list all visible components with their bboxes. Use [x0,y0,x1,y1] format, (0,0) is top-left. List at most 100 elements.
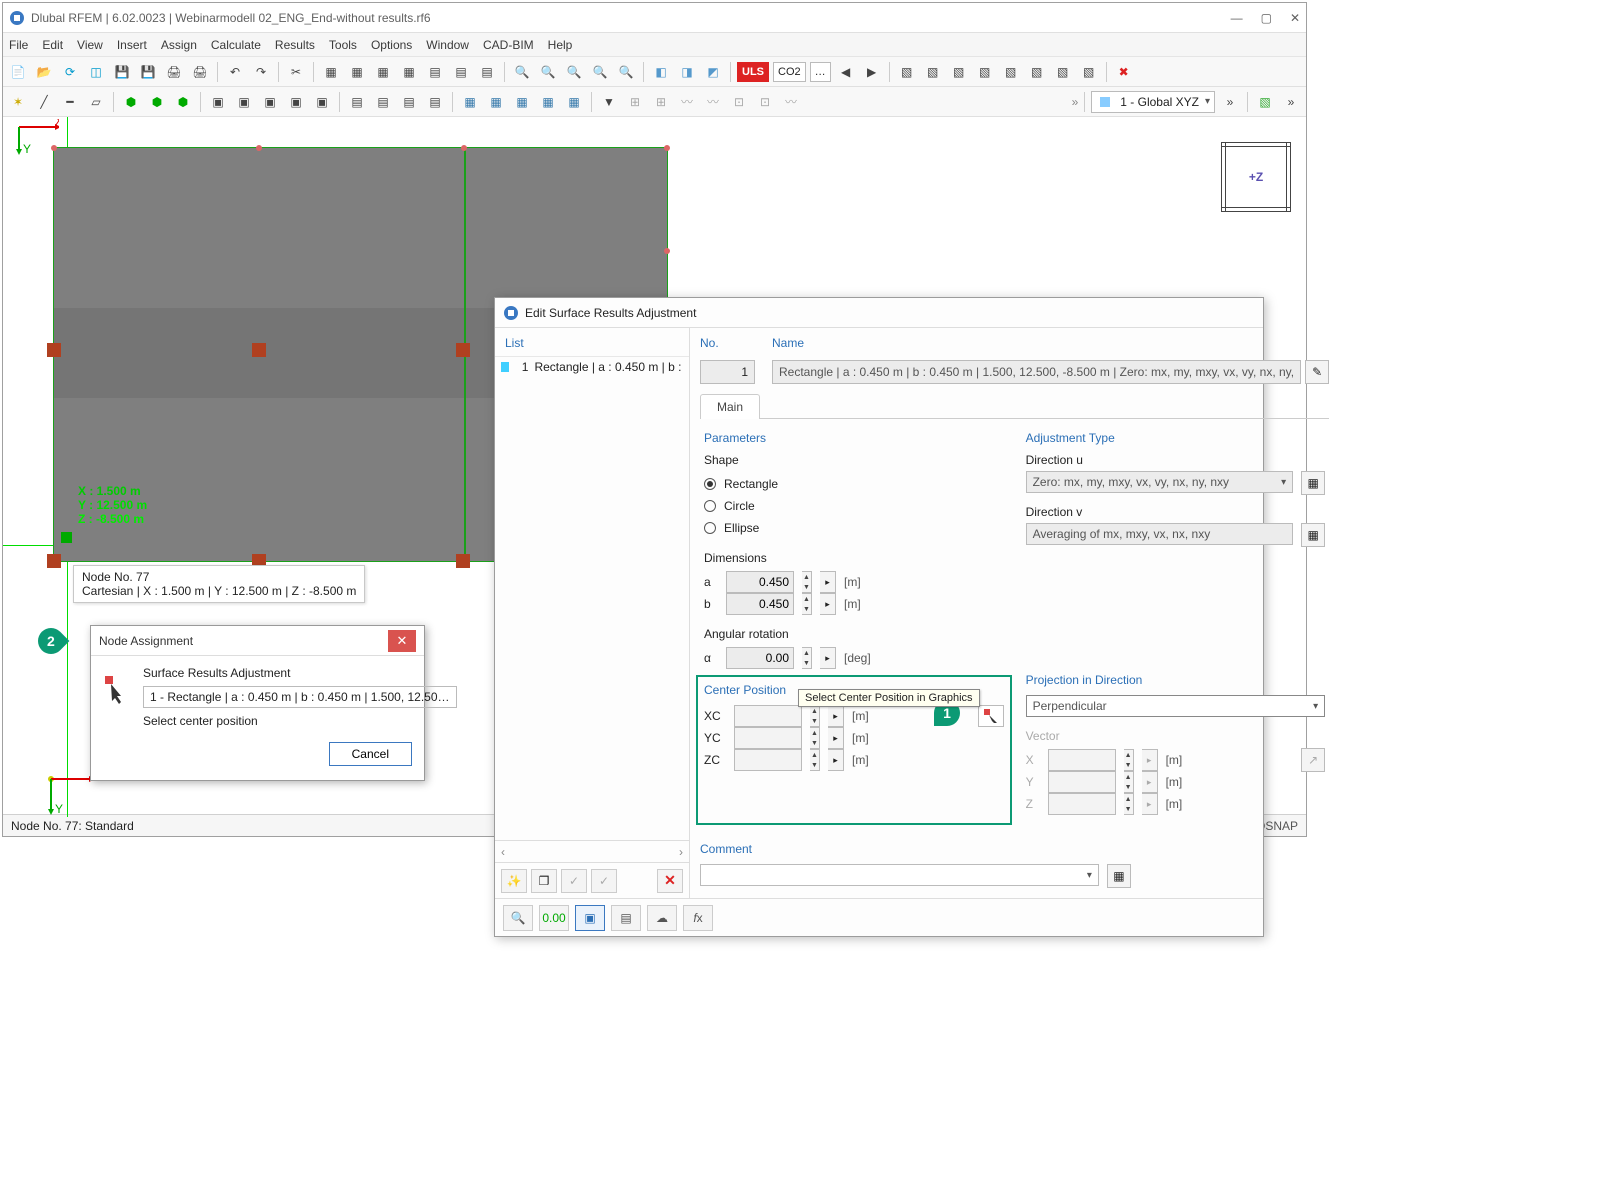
res1-icon[interactable]: ▧ [896,61,918,83]
list-check-button[interactable]: ✓ [561,869,587,893]
bb-units-icon[interactable]: 0.00 [539,905,569,931]
alpha-picker[interactable]: ▸ [820,647,836,669]
menu-assign[interactable]: Assign [161,38,197,52]
menu-view[interactable]: View [77,38,103,52]
t214-icon[interactable]: ▦ [485,91,507,113]
bb-view2-icon[interactable]: ▤ [611,905,641,931]
t216-icon[interactable]: ▦ [537,91,559,113]
co2-chip[interactable]: CO2 [773,62,806,82]
menu-tools[interactable]: Tools [329,38,357,52]
b-input[interactable] [726,593,794,615]
zoomfit-icon[interactable]: 🔍 [537,61,559,83]
toolbar-overflow[interactable]: » [1072,95,1079,109]
name-edit-button[interactable]: ✎ [1305,360,1329,384]
menu-window[interactable]: Window [426,38,469,52]
t224-icon[interactable]: 〰 [780,91,802,113]
orbit-icon[interactable]: 🔍 [615,61,637,83]
radio-ellipse[interactable] [704,522,716,534]
t211-icon[interactable]: ▤ [398,91,420,113]
t27-icon[interactable]: ▣ [285,91,307,113]
node-dot[interactable] [461,145,467,151]
cut-icon[interactable]: ✂ [285,61,307,83]
node-dot[interactable] [664,248,670,254]
tab-main[interactable]: Main [700,394,760,419]
res8-icon[interactable]: ▧ [1078,61,1100,83]
t29-icon[interactable]: ▤ [346,91,368,113]
bb-link-icon[interactable]: fx [683,905,713,931]
t24-icon[interactable]: ▣ [207,91,229,113]
yc-picker[interactable]: ▸ [828,727,844,749]
t221-icon[interactable]: 〰 [702,91,724,113]
menu-file[interactable]: File [9,38,28,52]
grid2-icon[interactable]: ▦ [346,61,368,83]
res4-icon[interactable]: ▧ [974,61,996,83]
dots-chip[interactable]: … [810,62,831,82]
zc-picker[interactable]: ▸ [828,749,844,771]
list-new-button[interactable]: ✨ [501,869,527,893]
menu-cadbim[interactable]: CAD-BIM [483,38,534,52]
a-picker[interactable]: ▸ [820,571,836,593]
res3-icon[interactable]: ▧ [948,61,970,83]
calc2-icon[interactable]: ▤ [450,61,472,83]
support-mark[interactable] [456,343,470,357]
support-mark[interactable] [252,343,266,357]
support-mark[interactable] [47,343,61,357]
pan-icon[interactable]: 🔍 [589,61,611,83]
printrep-icon[interactable]: 🖨 [189,61,211,83]
node-dot[interactable] [51,145,57,151]
grid1-icon[interactable]: ▦ [320,61,342,83]
block-icon[interactable]: ◫ [85,61,107,83]
comment-edit[interactable]: ▦ [1107,864,1131,888]
t218-icon[interactable]: ⊞ [624,91,646,113]
refresh-icon[interactable]: ⟳ [59,61,81,83]
t217-icon[interactable]: ▦ [563,91,585,113]
t25-icon[interactable]: ▣ [233,91,255,113]
grid4-icon[interactable]: ▦ [398,61,420,83]
t222-icon[interactable]: ⊡ [728,91,750,113]
close-button[interactable]: ✕ [1290,11,1300,25]
radio-circle[interactable] [704,500,716,512]
proj-select[interactable]: Perpendicular▾ [1026,695,1326,717]
bb-view1-icon[interactable]: ▣ [575,905,605,931]
grid3-icon[interactable]: ▦ [372,61,394,83]
support-mark[interactable] [47,554,61,568]
comment-select[interactable]: ▾ [700,864,1099,886]
t21-icon[interactable]: ⬢ [120,91,142,113]
t210-icon[interactable]: ▤ [372,91,394,113]
dir-u-edit[interactable]: ▦ [1301,471,1325,495]
nav-prev-icon[interactable]: ◀ [835,61,857,83]
res5-icon[interactable]: ▧ [1000,61,1022,83]
dir-u-select[interactable]: Zero: mx, my, mxy, vx, vy, nx, ny, nxy▾ [1026,471,1294,493]
line-icon[interactable]: ╱ [33,91,55,113]
uls-chip[interactable]: ULS [737,62,769,82]
overflow2-icon[interactable]: » [1219,91,1241,113]
t223-icon[interactable]: ⊡ [754,91,776,113]
zoomwin-icon[interactable]: 🔍 [563,61,585,83]
node-dot[interactable] [256,145,262,151]
a-spinner[interactable]: ▲▼ [802,571,812,593]
radio-rectangle[interactable] [704,478,716,490]
a-input[interactable] [726,571,794,593]
saveall-icon[interactable]: 💾 [137,61,159,83]
redo-icon[interactable]: ↷ [250,61,272,83]
xc-picker[interactable]: ▸ [828,705,844,727]
view3-icon[interactable]: ◩ [702,61,724,83]
view2-icon[interactable]: ◨ [676,61,698,83]
alpha-input[interactable] [726,647,794,669]
minimize-button[interactable]: — [1231,11,1243,25]
zc-spinner[interactable]: ▲▼ [810,749,820,771]
list-scrollbar[interactable]: ‹› [495,840,689,862]
list-delete-button[interactable]: ✕ [657,869,683,893]
coord-system-select[interactable]: 1 - Global XYZ ▾ [1091,91,1215,113]
t213-icon[interactable]: ▦ [459,91,481,113]
zoom-icon[interactable]: 🔍 [511,61,533,83]
t26-icon[interactable]: ▣ [259,91,281,113]
nav-cube[interactable]: +Z [1221,142,1291,212]
node-icon[interactable]: ✶ [7,91,29,113]
t28-icon[interactable]: ▣ [311,91,333,113]
print-icon[interactable]: 🖨 [163,61,185,83]
maximize-button[interactable]: ▢ [1261,11,1272,25]
res7-icon[interactable]: ▧ [1052,61,1074,83]
bb-search-icon[interactable]: 🔍 [503,905,533,931]
view1-icon[interactable]: ◧ [650,61,672,83]
